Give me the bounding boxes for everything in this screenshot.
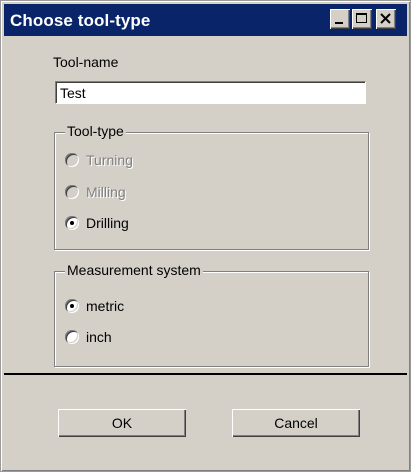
cancel-button[interactable]: Cancel xyxy=(232,409,360,437)
separator-line xyxy=(4,373,407,375)
close-icon xyxy=(380,13,391,24)
minimize-button[interactable] xyxy=(330,9,350,29)
radio-milling-button[interactable] xyxy=(65,185,79,199)
window-title: Choose tool-type xyxy=(10,11,151,30)
dialog-window: Choose tool-type Tool-name Test Tool-typ… xyxy=(0,0,411,472)
radio-milling-label: Milling xyxy=(86,184,126,200)
radio-selected-dot xyxy=(70,221,74,225)
radio-inch-label: inch xyxy=(86,329,112,345)
radio-drilling-button[interactable] xyxy=(65,216,79,230)
tool-name-label: Tool-name xyxy=(53,54,119,70)
tool-name-input[interactable]: Test xyxy=(55,81,366,104)
minimize-icon xyxy=(335,22,343,24)
maximize-button[interactable] xyxy=(352,9,372,29)
radio-turning-button[interactable] xyxy=(65,153,79,167)
close-button[interactable] xyxy=(376,9,396,29)
radio-inch-button[interactable] xyxy=(65,330,79,344)
tool-type-legend: Tool-type xyxy=(65,123,126,139)
radio-metric-label: metric xyxy=(86,298,125,314)
radio-turning-label: Turning xyxy=(86,152,133,168)
maximize-icon xyxy=(356,13,367,23)
measurement-system-legend: Measurement system xyxy=(65,262,203,278)
title-bar[interactable]: Choose tool-type xyxy=(4,4,407,36)
tool-type-group: Tool-type Turning Milling Drilling xyxy=(54,123,369,250)
dialog-body: Tool-name Test Tool-type Turning Milling… xyxy=(4,36,407,372)
ok-button[interactable]: OK xyxy=(58,409,186,437)
measurement-system-group: Measurement system metric inch xyxy=(54,262,369,367)
radio-drilling-label: Drilling xyxy=(86,215,129,231)
radio-metric-button[interactable] xyxy=(65,299,79,313)
radio-selected-dot xyxy=(70,304,74,308)
